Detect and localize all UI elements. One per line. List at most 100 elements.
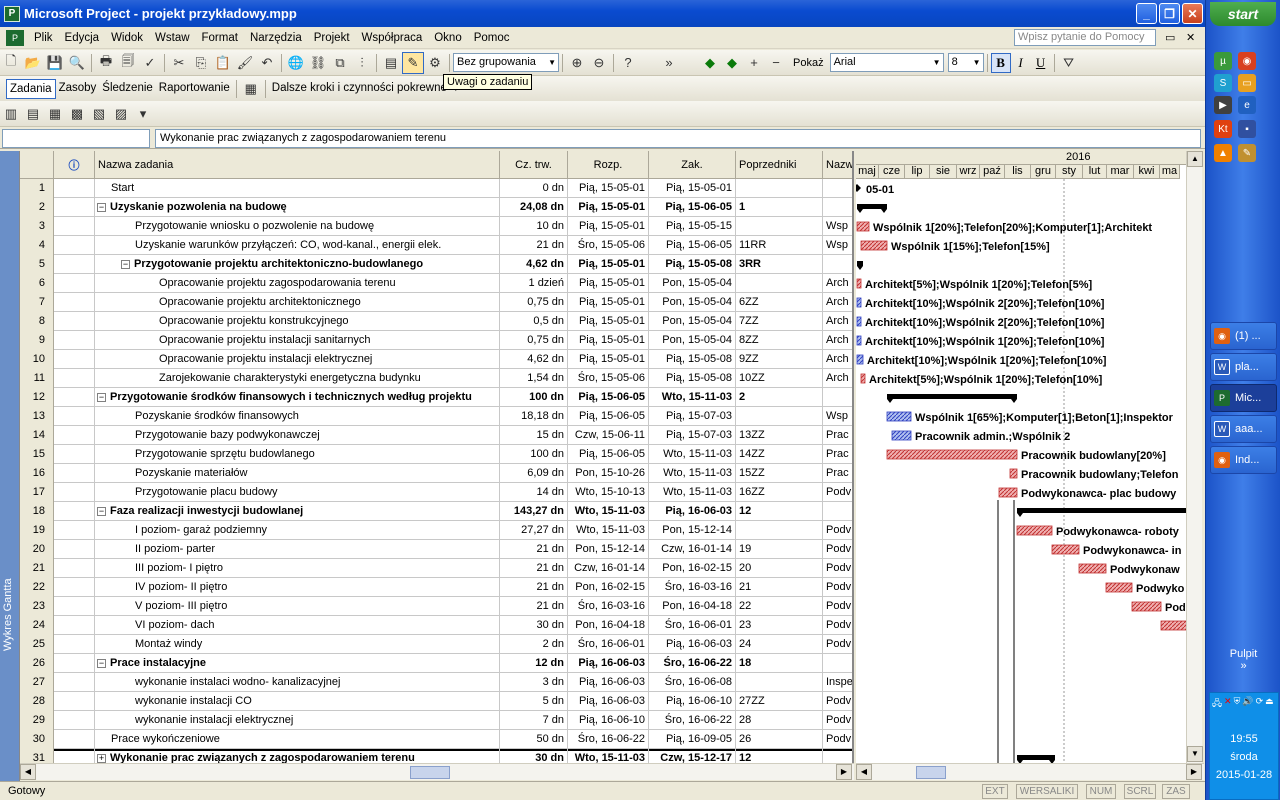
table-row[interactable]: 18 − Faza realizacji inwestycji budowlanej… [20, 502, 852, 521]
menu-plik[interactable]: Plik [28, 32, 59, 44]
row-id[interactable]: 30 [20, 730, 54, 749]
table-row[interactable]: 30 Prace wykończeniowe 50 dn Śro, 16-06-22 P… [20, 730, 852, 749]
task-duration[interactable]: 0,75 dn [500, 331, 568, 350]
calendar-icon[interactable]: ▩ [66, 103, 88, 125]
task-duration[interactable]: 143,27 dn [500, 502, 568, 521]
task-resources[interactable]: Arch [823, 369, 852, 388]
details-icon[interactable]: ▦ [44, 103, 66, 125]
task-resources[interactable]: Podv [823, 635, 852, 654]
task-start[interactable]: Śro, 16-06-01 [568, 635, 649, 654]
taskbar-word-2[interactable]: Waaa... [1210, 415, 1277, 443]
next-steps-menu[interactable]: Dalsze kroki i czynności pokrewne [269, 79, 450, 99]
task-finish[interactable]: Pią, 16-06-03 [649, 502, 736, 521]
row-id[interactable]: 20 [20, 540, 54, 559]
header-duration[interactable]: Cz. trw. [500, 151, 568, 179]
table-row[interactable]: 1 Start 0 dn Pią, 15-05-01 Pią, 15-05-01 [20, 179, 852, 198]
doc-close-icon[interactable]: ✕ [1186, 31, 1195, 44]
collapse-icon[interactable]: − [97, 658, 106, 668]
entry-cancel-area[interactable] [2, 129, 150, 148]
task-predecessors[interactable]: 9ZZ [736, 350, 823, 369]
table-row[interactable]: 13 Pozyskanie środków finansowych 18,18 dn… [20, 407, 852, 426]
task-resources[interactable]: Podv [823, 711, 852, 730]
folder-icon[interactable]: ▭ [1238, 74, 1256, 92]
format-painter-icon[interactable]: 🖌 [234, 52, 256, 74]
task-finish[interactable]: Pon, 15-05-04 [649, 312, 736, 331]
network-icon[interactable]: ▧ [88, 103, 110, 125]
task-start[interactable]: Pią, 15-05-01 [568, 198, 649, 217]
vlc-icon[interactable]: ▲ [1214, 144, 1232, 162]
row-id[interactable]: 13 [20, 407, 54, 426]
table-row[interactable]: 17 Przygotowanie placu budowy 14 dn Wto, 15… [20, 483, 852, 502]
task-finish[interactable]: Pią, 15-06-05 [649, 198, 736, 217]
row-id[interactable]: 10 [20, 350, 54, 369]
task-resources[interactable]: Podv [823, 483, 852, 502]
row-id[interactable]: 15 [20, 445, 54, 464]
row-id[interactable]: 31 [20, 749, 54, 763]
task-finish[interactable]: Wto, 15-11-03 [649, 388, 736, 407]
task-name[interactable]: Przygotowanie bazy podwykonawczej [95, 426, 500, 445]
row-id[interactable]: 25 [20, 635, 54, 654]
task-start[interactable]: Pią, 15-05-01 [568, 293, 649, 312]
disk-icon[interactable]: ▪ [1238, 120, 1256, 138]
task-name[interactable]: − Uzyskanie pozwolenia na budowę [95, 198, 500, 217]
task-finish[interactable]: Wto, 15-11-03 [649, 464, 736, 483]
task-predecessors[interactable]: 15ZZ [736, 464, 823, 483]
header-predecessors[interactable]: Poprzedniki [736, 151, 823, 179]
task-duration[interactable]: 21 dn [500, 597, 568, 616]
task-predecessors[interactable]: 19 [736, 540, 823, 559]
task-finish[interactable]: Czw, 15-12-17 [649, 749, 736, 763]
task-name[interactable]: I poziom- garaż podziemny [95, 521, 500, 540]
task-name[interactable]: Opracowanie projektu zagospodarowania te… [95, 274, 500, 293]
task-duration[interactable]: 1,54 dn [500, 369, 568, 388]
task-predecessors[interactable]: 12 [736, 502, 823, 521]
task-duration[interactable]: 24,08 dn [500, 198, 568, 217]
row-id[interactable]: 17 [20, 483, 54, 502]
task-resources[interactable]: Podv [823, 597, 852, 616]
new-icon[interactable]: 🗋 [0, 52, 22, 74]
table-row[interactable]: 16 Pozyskanie materiałów 6,09 dn Pon, 15-10… [20, 464, 852, 483]
hyperlink-icon[interactable]: 🌐 [285, 52, 307, 74]
paste-icon[interactable]: 📋 [212, 52, 234, 74]
task-predecessors[interactable]: 26 [736, 730, 823, 749]
arrow-right-icon[interactable]: ◆ [721, 52, 743, 74]
task-predecessors[interactable]: 16ZZ [736, 483, 823, 502]
task-predecessors[interactable]: 27ZZ [736, 692, 823, 711]
task-finish[interactable]: Pią, 15-07-03 [649, 426, 736, 445]
task-duration[interactable]: 21 dn [500, 540, 568, 559]
save-icon[interactable]: 💾 [44, 52, 66, 74]
task-resources[interactable]: Prac [823, 464, 852, 483]
document-icon[interactable]: P [6, 29, 24, 46]
task-name[interactable]: − Prace instalacyjne [95, 654, 500, 673]
task-resources[interactable] [823, 198, 852, 217]
row-id[interactable]: 29 [20, 711, 54, 730]
task-start[interactable]: Pią, 15-06-05 [568, 407, 649, 426]
guide-tab-zadania[interactable]: Zadania [6, 78, 56, 99]
task-finish[interactable]: Czw, 16-01-14 [649, 540, 736, 559]
task-name[interactable]: − Przygotowanie projektu architektoniczno… [95, 255, 500, 274]
more-icon[interactable]: ▾ [132, 103, 154, 125]
task-predecessors[interactable]: 13ZZ [736, 426, 823, 445]
task-duration[interactable]: 4,62 dn [500, 350, 568, 369]
task-duration[interactable]: 14 dn [500, 483, 568, 502]
task-duration[interactable]: 21 dn [500, 559, 568, 578]
help-icon[interactable]: ? [617, 52, 639, 74]
filter-icon[interactable]: ⛛ [1058, 52, 1080, 74]
table-row[interactable]: 28 wykonanie instalacji CO 5 dn Pią, 16-06-… [20, 692, 852, 711]
table-row[interactable]: 11 Zarojekowanie charakterystyki energety… [20, 369, 852, 388]
task-finish[interactable]: Śro, 16-03-16 [649, 578, 736, 597]
table-row[interactable]: 29 wykonanie instalacji elektrycznej 7 dn P… [20, 711, 852, 730]
scroll-right-icon[interactable]: ▶ [836, 764, 852, 780]
task-name[interactable]: V poziom- III piętro [95, 597, 500, 616]
row-id[interactable]: 22 [20, 578, 54, 597]
guide-tab-sledzenie[interactable]: Śledzenie [99, 79, 156, 99]
search-file-icon[interactable]: 🔍 [66, 52, 88, 74]
row-id[interactable]: 27 [20, 673, 54, 692]
task-finish[interactable]: Śro, 16-06-01 [649, 616, 736, 635]
task-predecessors[interactable]: 10ZZ [736, 369, 823, 388]
task-predecessors[interactable] [736, 521, 823, 540]
table-row[interactable]: 31 + Wykonanie prac związanych z zagospoda… [20, 749, 852, 763]
task-resources[interactable]: Podv [823, 578, 852, 597]
task-start[interactable]: Wto, 15-11-03 [568, 749, 649, 763]
task-resources[interactable] [823, 749, 852, 763]
header-start[interactable]: Rozp. [568, 151, 649, 179]
